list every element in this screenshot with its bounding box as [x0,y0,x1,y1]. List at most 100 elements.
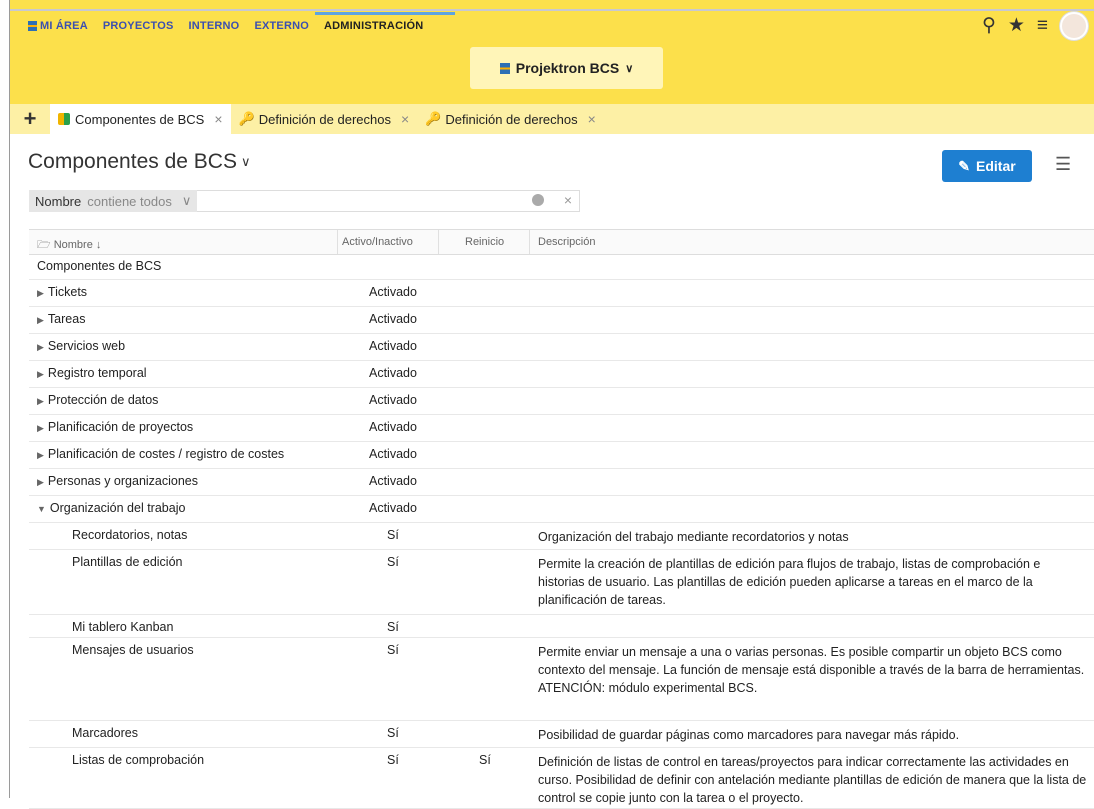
row-description: Definición de listas de control en tarea… [538,755,1087,805]
table-row[interactable]: ▼ Organización del trabajo Activado [29,496,1094,523]
close-icon[interactable]: × [214,111,222,127]
row-name: Listas de comprobación [72,753,204,767]
collapsed-arrow-icon[interactable]: ▶ [37,477,44,487]
filter-input[interactable] [197,190,580,212]
table-row[interactable]: Mi tablero Kanban Sí [29,615,1094,638]
row-name-text: Marcadores [72,726,138,740]
add-tab-button[interactable]: + [10,106,50,132]
close-icon[interactable]: × [588,111,596,127]
nav-item-mi-area[interactable]: MI ÁREA [28,20,88,32]
table-row[interactable]: Mensajes de usuarios Sí Permite enviar un … [29,638,1094,721]
table-row[interactable]: ▶ Personas y organizaciones Activado [29,469,1094,496]
top-bar-line [10,9,1094,11]
components-icon [58,113,70,125]
projektron-icon [28,21,37,31]
view-settings-icon[interactable]: ☰ [1055,154,1071,175]
collapsed-arrow-icon[interactable]: ▶ [37,288,44,298]
table-row[interactable]: ▶ Protección de datos Activado [29,388,1094,415]
row-status: Sí [387,620,399,634]
table-row[interactable]: ▶ Planificación de costes / registro de c… [29,442,1094,469]
row-name: ▶ Personas y organizaciones [37,474,198,488]
nav-item-externo[interactable]: EXTERNO [254,20,309,32]
chevron-down-icon: ∨ [240,154,251,169]
row-name-text: Listas de comprobación [72,753,205,767]
table-row[interactable]: Listas de comprobación Sí Sí Definición de … [29,748,1094,809]
avatar[interactable] [1060,12,1088,40]
column-header-description[interactable]: Descripción [538,236,595,248]
table-row[interactable]: ▶ Planificación de proyectos Activado [29,415,1094,442]
row-name-text: Tareas [47,312,86,326]
row-name-text: Mi tablero Kanban [72,620,174,634]
collapsed-arrow-icon[interactable]: ▶ [37,450,44,460]
row-status: Sí [387,528,399,542]
row-name-text: Recordatorios, notas [72,528,188,542]
row-name: ▶ Tickets [37,285,87,299]
table-row[interactable]: ▶ Tickets Activado [29,280,1094,307]
table-row[interactable]: ▶ Tareas Activado [29,307,1094,334]
table-body: Componentes de BCS ▶ Tickets Activado ▶ Tare… [29,254,1094,809]
collapsed-arrow-icon[interactable]: ▶ [37,369,44,379]
folder-icon: 🗁 [37,239,51,251]
collapsed-arrow-icon[interactable]: ▶ [37,396,44,406]
nav-item-administracion[interactable]: ADMINISTRACIÓN [314,12,456,32]
collapsed-arrow-icon[interactable]: ▶ [37,423,44,433]
tab-label: Definición de derechos [258,111,391,127]
column-header-restart[interactable]: Reinicio [465,236,504,248]
row-name-text: Planificación de costes / registro de co… [47,447,285,461]
edit-button[interactable]: ✎ Editar [942,150,1032,182]
menu-icon[interactable]: ≡ [1037,16,1048,36]
row-status: Activado [369,339,417,353]
collapsed-arrow-icon[interactable]: ▶ [37,342,44,352]
row-status: Activado [369,312,417,326]
column-divider [438,230,439,254]
filter-clear-icon[interactable] [532,194,544,206]
key-icon: 🔑 [238,111,255,126]
row-status: Activado [369,474,417,488]
close-icon[interactable]: × [564,192,572,208]
row-status: Activado [369,285,417,299]
row-status: Sí [387,643,399,657]
row-name: ▼ Organización del trabajo [37,501,185,515]
search-icon[interactable]: ⚲ [982,16,996,36]
table-row[interactable]: ▶ Registro temporal Activado [29,361,1094,388]
table-row[interactable]: Recordatorios, notas Sí Organización del t… [29,523,1094,550]
row-name-text: Plantillas de edición [72,555,183,569]
tab-label: Componentes de BCS [75,111,205,127]
close-icon[interactable]: × [401,111,409,127]
nav-item-interno[interactable]: INTERNO [189,20,240,32]
row-name: ▶ Protección de datos [37,393,158,407]
tab-definicion-2[interactable]: 🔑 Definición de derechos × [417,104,604,134]
row-name: ▶ Servicios web [37,339,125,353]
table-row[interactable]: ▶ Servicios web Activado [29,334,1094,361]
column-header-status[interactable]: Activo/Inactivo [342,236,413,248]
filter-bar: Nombre contiene todos ∨ × [29,190,580,212]
tab-componentes[interactable]: Componentes de BCS × [50,104,231,134]
row-name: ▶ Planificación de costes / registro de c… [37,447,284,461]
nav-item-proyectos[interactable]: PROYECTOS [103,20,174,32]
window-frame [0,0,10,798]
expanded-arrow-icon[interactable]: ▼ [37,504,46,514]
row-name-text: Organización del trabajo [49,501,186,515]
column-header-name[interactable]: 🗁 Nombre ↓ [37,236,101,255]
row-status: Activado [369,501,417,515]
row-status: Activado [369,447,417,461]
page-title[interactable]: Componentes de BCS ∨ [28,150,250,174]
projektron-icon [499,62,510,74]
tab-definicion-1[interactable]: 🔑 Definición de derechos × [231,104,418,134]
row-status: Activado [369,420,417,434]
row-description: Permite la creación de plantillas de edi… [538,557,1041,607]
row-status: Sí [387,726,399,740]
sort-arrow-icon: ↓ [95,239,102,251]
row-name: ▶ Planificación de proyectos [37,420,193,434]
filter-criterion[interactable]: Nombre contiene todos ∨ [29,190,198,212]
table-row[interactable]: Marcadores Sí Posibilidad de guardar págin… [29,721,1094,748]
brand-dropdown[interactable]: Projektron BCS ∨ [470,47,663,89]
row-name-text: Tickets [47,285,88,299]
collapsed-arrow-icon[interactable]: ▶ [37,315,44,325]
row-description: Organización del trabajo mediante record… [538,530,849,544]
row-status: Activado [369,393,417,407]
row-name: Marcadores [72,726,138,740]
table-row-root[interactable]: Componentes de BCS [29,254,1094,280]
star-icon[interactable]: ★ [1008,16,1025,36]
table-row[interactable]: Plantillas de edición Sí Permite la creaci… [29,550,1094,615]
